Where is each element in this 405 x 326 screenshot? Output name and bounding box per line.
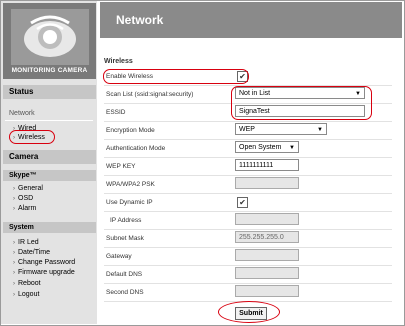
sidebar-item-date-time[interactable]: › Date/Time <box>13 248 50 257</box>
auth-select[interactable]: Open System <box>235 141 299 154</box>
ip-address-input[interactable] <box>235 213 299 225</box>
label-second-dns: Second DNS <box>106 289 144 296</box>
row-ip-address: IP Address <box>104 212 392 230</box>
highlight-enable-wireless <box>103 69 249 84</box>
arrow-right-icon: › <box>13 260 15 266</box>
label-encryption: Encryption Mode <box>106 127 155 134</box>
page-title: Network <box>100 2 402 38</box>
row-subnet: Subnet Mask 255.255.255.0 <box>104 230 392 248</box>
sidebar-status[interactable]: Status <box>3 85 96 99</box>
encryption-select[interactable]: WEP <box>235 123 327 136</box>
highlight-scan-essid <box>231 86 372 120</box>
arrow-right-icon: › <box>13 250 15 256</box>
label-wep-key: WEP KEY <box>106 163 136 170</box>
label-subnet: Subnet Mask <box>106 235 144 242</box>
label-dynamic-ip: Use Dynamic IP <box>106 199 153 206</box>
sidebar-camera[interactable]: Camera <box>3 150 96 164</box>
sidebar-network-header: Network <box>9 110 35 117</box>
label-ip-address: IP Address <box>110 217 142 224</box>
submit-button[interactable]: Submit <box>235 307 267 320</box>
label-auth: Authentication Mode <box>106 145 166 152</box>
section-title: Wireless <box>104 58 133 65</box>
row-wep-key: WEP KEY 1111111111 <box>104 158 392 176</box>
sidebar-item-change-password[interactable]: › Change Password <box>13 258 75 267</box>
arrow-right-icon: › <box>13 292 15 298</box>
sidebar-item-ir-led[interactable]: › IR Led <box>13 238 39 247</box>
row-auth: Authentication Mode Open System <box>104 140 392 158</box>
sidebar-skype-header: Skype™ <box>3 170 96 181</box>
camera-logo-icon <box>11 9 89 65</box>
row-wpa-psk: WPA/WPA2 PSK <box>104 176 392 194</box>
sidebar-system-header: System <box>3 222 96 233</box>
highlight-wireless <box>9 130 55 144</box>
label-gateway: Gateway <box>106 253 132 260</box>
logo: MONITORING CAMERA <box>3 3 96 79</box>
sidebar-item-logout[interactable]: › Logout <box>13 290 39 299</box>
arrow-right-icon: › <box>13 196 15 202</box>
sidebar-item-alarm[interactable]: › Alarm <box>13 204 36 213</box>
arrow-right-icon: › <box>13 206 15 212</box>
wep-key-input[interactable]: 1111111111 <box>235 159 299 171</box>
row-gateway: Gateway <box>104 248 392 266</box>
wpa-psk-input[interactable] <box>235 177 299 189</box>
sidebar-item-firmware-upgrade[interactable]: › Firmware upgrade <box>13 268 75 277</box>
label-default-dns: Default DNS <box>106 271 143 278</box>
row-second-dns: Second DNS <box>104 284 392 302</box>
arrow-right-icon: › <box>13 281 15 287</box>
row-default-dns: Default DNS <box>104 266 392 284</box>
sidebar-item-reboot[interactable]: › Reboot <box>13 279 41 288</box>
arrow-right-icon: › <box>13 270 15 276</box>
sidebar: MONITORING CAMERA Status Network › Wired … <box>1 1 97 324</box>
second-dns-input[interactable] <box>235 285 299 297</box>
divider <box>5 120 93 121</box>
label-essid: ESSID <box>106 109 126 116</box>
arrow-right-icon: › <box>13 240 15 246</box>
default-dns-input[interactable] <box>235 267 299 279</box>
sidebar-item-osd[interactable]: › OSD <box>13 194 33 203</box>
dynamic-ip-checkbox[interactable]: ✔ <box>237 197 248 208</box>
gateway-input[interactable] <box>235 249 299 261</box>
arrow-right-icon: › <box>13 186 15 192</box>
label-wpa-psk: WPA/WPA2 PSK <box>106 181 155 188</box>
logo-text: MONITORING CAMERA <box>11 67 88 74</box>
label-scan-list: Scan List (ssid:signal:security) <box>106 91 194 98</box>
row-dynamic-ip: Use Dynamic IP ✔ <box>104 194 392 212</box>
subnet-input[interactable]: 255.255.255.0 <box>235 231 299 243</box>
sidebar-item-general[interactable]: › General <box>13 184 43 193</box>
row-encryption: Encryption Mode WEP <box>104 122 392 140</box>
